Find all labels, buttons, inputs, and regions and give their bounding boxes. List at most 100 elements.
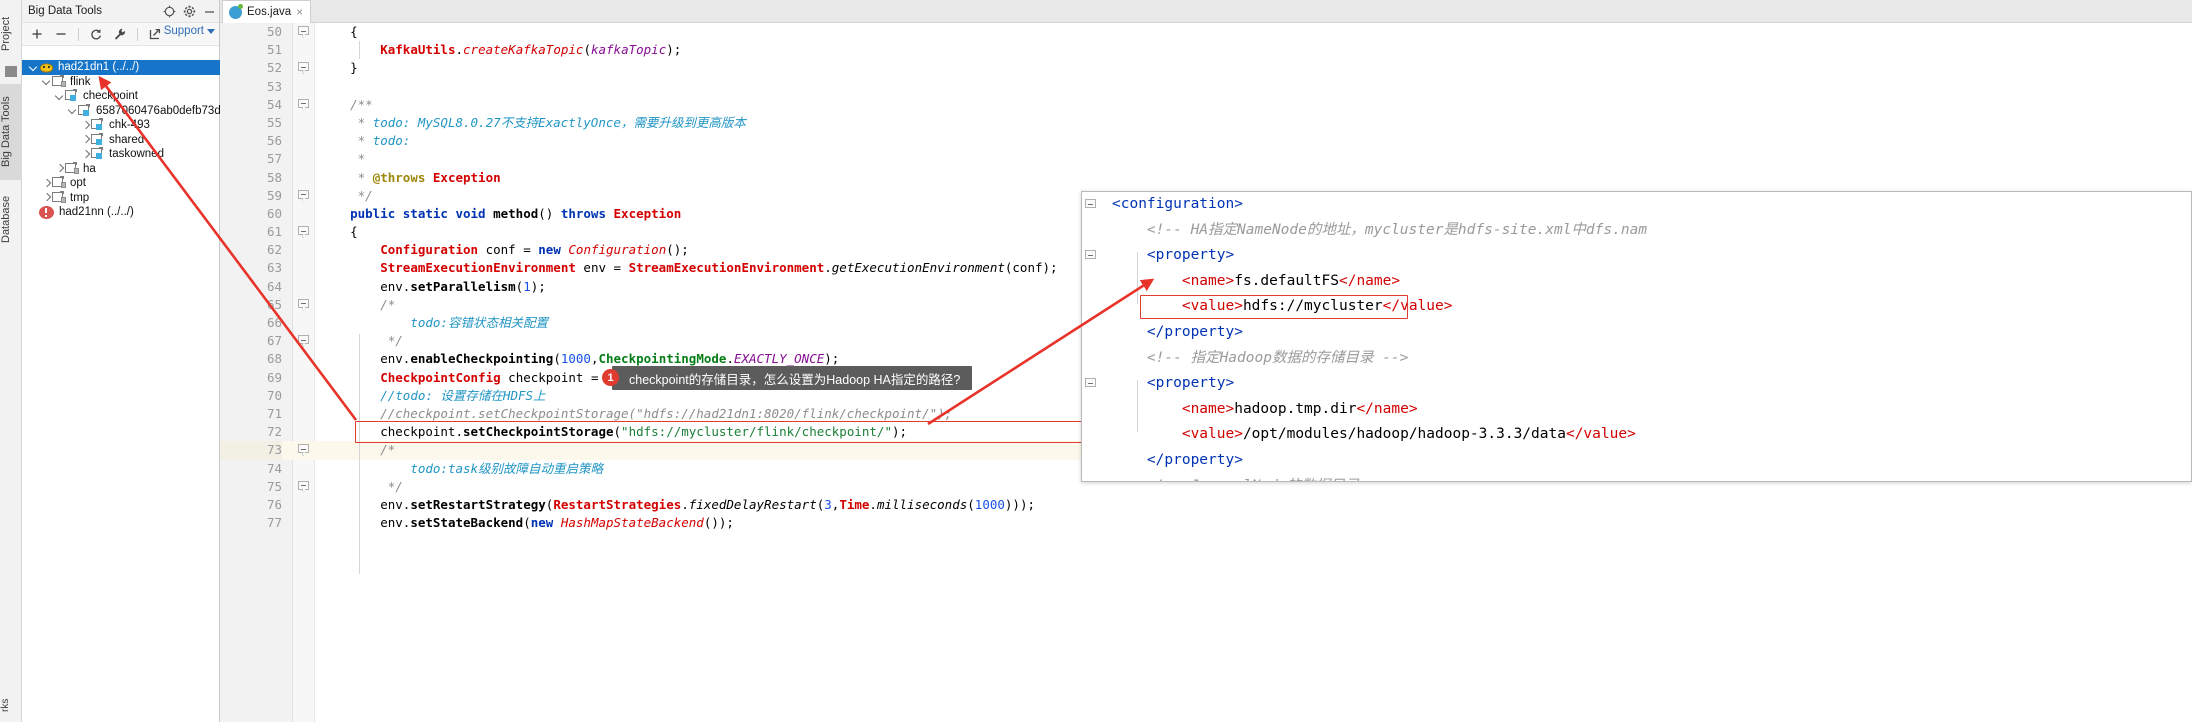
tree-row[interactable]: flink bbox=[22, 74, 220, 90]
refresh-icon[interactable] bbox=[89, 27, 103, 41]
tree-row[interactable]: opt bbox=[22, 176, 220, 191]
line-number: 60 bbox=[266, 205, 282, 221]
target-icon[interactable] bbox=[163, 5, 176, 18]
code-line[interactable]: 54 /** bbox=[220, 96, 2192, 114]
fold-marker[interactable] bbox=[298, 335, 309, 348]
settings-icon[interactable] bbox=[183, 5, 196, 18]
config-line[interactable]: <value>hdfs://mycluster</value> bbox=[1082, 294, 2191, 320]
config-line[interactable]: <property> bbox=[1082, 243, 2191, 269]
chevron-down-icon[interactable] bbox=[41, 76, 52, 87]
support-link[interactable]: Support bbox=[164, 25, 215, 37]
tree-row[interactable]: tmp bbox=[22, 190, 220, 206]
config-line[interactable]: <configuration> bbox=[1082, 192, 2191, 218]
code-line[interactable]: 51 KafkaUtils.createKafkaTopic(kafkaTopi… bbox=[220, 41, 2192, 59]
tree-row[interactable]: taskowned bbox=[22, 147, 220, 162]
strip-item-database-label: Database bbox=[0, 195, 12, 243]
tree-row[interactable]: had21dn1 (../../) bbox=[22, 60, 220, 75]
connection-tree[interactable]: had21dn1 (../../) flink checkpoint 65870604… bbox=[22, 60, 266, 220]
folder-icon bbox=[78, 103, 92, 117]
toolbar-divider bbox=[78, 27, 79, 41]
line-number: 73 bbox=[220, 441, 282, 460]
fold-marker[interactable] bbox=[298, 298, 309, 311]
line-number: 52 bbox=[266, 60, 282, 76]
strip-item-database[interactable]: Database bbox=[0, 186, 22, 252]
chevron-down-icon[interactable] bbox=[28, 62, 39, 73]
fold-marker[interactable] bbox=[1085, 199, 1096, 210]
config-line[interactable]: <property> bbox=[1082, 371, 2191, 397]
tree-row[interactable]: had21nn (../../) bbox=[22, 205, 220, 220]
fold-marker[interactable] bbox=[298, 444, 309, 457]
minimize-icon[interactable] bbox=[203, 5, 216, 18]
tab-eos-java[interactable]: Eos.java × bbox=[222, 0, 312, 23]
line-number: 59 bbox=[266, 187, 282, 203]
fold-marker[interactable] bbox=[298, 98, 309, 111]
config-line[interactable]: <!-- JournalNode的数据目录 --> bbox=[1082, 474, 2191, 481]
folder-icon bbox=[91, 147, 105, 160]
config-line[interactable]: <name>fs.defaultFS</name> bbox=[1082, 269, 2191, 295]
config-line[interactable]: <name>hadoop.tmp.dir</name> bbox=[1082, 397, 2191, 423]
code-line[interactable]: 55 * todo: MySQL8.0.27不支持ExactlyOnce，需要升… bbox=[220, 114, 2192, 132]
folder-locked-icon bbox=[52, 176, 66, 189]
fold-marker[interactable] bbox=[298, 480, 309, 493]
big-data-tools-panel: Big Data Tools Support had21dn1 (../../)… bbox=[22, 0, 266, 722]
tree-row[interactable]: shared bbox=[22, 132, 220, 148]
line-number: 50 bbox=[266, 24, 282, 39]
config-text: <value>hdfs://mycluster</value> bbox=[1112, 298, 1453, 315]
config-line[interactable]: <!-- HA指定NameNode的地址，mycluster是hdfs-site… bbox=[1082, 218, 2191, 244]
code-text: todo:容错状态相关配置 bbox=[410, 315, 548, 330]
tree-row-label: flink bbox=[70, 75, 91, 88]
tree-row[interactable]: checkpoint bbox=[22, 89, 220, 104]
line-number: 69 bbox=[266, 369, 282, 385]
code-line[interactable]: 56 * todo: bbox=[220, 132, 2192, 150]
fold-marker[interactable] bbox=[298, 189, 309, 202]
add-icon[interactable] bbox=[30, 27, 44, 41]
fold-marker[interactable] bbox=[298, 62, 309, 75]
chevron-right-icon[interactable] bbox=[80, 120, 91, 131]
remove-icon[interactable] bbox=[54, 27, 68, 41]
chevron-right-icon[interactable] bbox=[41, 178, 52, 189]
strip-item-project[interactable]: Project bbox=[0, 6, 22, 62]
chevron-down-icon[interactable] bbox=[67, 105, 78, 116]
chevron-right-icon[interactable] bbox=[80, 134, 91, 145]
tree-row[interactable]: ha bbox=[22, 161, 220, 177]
strip-item-bookmarks[interactable]: rks bbox=[0, 690, 22, 720]
config-text: <name>hadoop.tmp.dir</name> bbox=[1112, 400, 1418, 417]
tree-row-label: had21dn1 (../../) bbox=[58, 61, 140, 74]
wrench-icon[interactable] bbox=[113, 27, 127, 41]
fold-marker[interactable] bbox=[1085, 250, 1096, 261]
inspection-tooltip: 1 checkpoint的存储目录，怎么设置为Hadoop HA指定的路径? bbox=[602, 366, 973, 390]
config-line[interactable]: <value>/opt/modules/hadoop/hadoop-3.3.3/… bbox=[1082, 422, 2191, 448]
indent-guide bbox=[359, 334, 360, 574]
chevron-down-icon[interactable] bbox=[54, 91, 65, 102]
close-icon[interactable]: × bbox=[296, 6, 303, 18]
project-icon bbox=[5, 66, 17, 77]
config-text: <configuration> bbox=[1112, 196, 1243, 212]
chevron-right-icon[interactable] bbox=[41, 192, 52, 203]
chevron-right-icon[interactable] bbox=[80, 149, 91, 160]
fold-marker[interactable] bbox=[1085, 378, 1096, 389]
code-line[interactable]: 52 } bbox=[220, 59, 2192, 77]
folder-icon bbox=[65, 89, 79, 102]
strip-item-big-data-tools[interactable]: Big Data Tools bbox=[0, 84, 22, 180]
config-line[interactable]: </property> bbox=[1082, 448, 2191, 474]
code-line[interactable]: 76 env.setRestartStrategy(RestartStrateg… bbox=[220, 496, 2192, 514]
open-external-icon[interactable] bbox=[148, 27, 162, 41]
code-line[interactable]: 57 * bbox=[220, 150, 2192, 168]
tree-row-label: taskowned bbox=[109, 148, 164, 161]
fold-marker[interactable] bbox=[298, 226, 309, 239]
folder-icon bbox=[91, 118, 105, 131]
config-text: <!-- 指定Hadoop数据的存储目录 --> bbox=[1112, 349, 1409, 366]
fold-marker[interactable] bbox=[298, 26, 309, 38]
config-line[interactable]: </property> bbox=[1082, 320, 2191, 346]
chevron-right-icon[interactable] bbox=[54, 163, 65, 174]
folder-locked-icon bbox=[52, 190, 66, 204]
indent-guide bbox=[1137, 380, 1138, 432]
code-line[interactable]: 77 env.setStateBackend(new HashMapStateB… bbox=[220, 514, 2192, 532]
code-line[interactable]: 58 * @throws Exception bbox=[220, 169, 2192, 187]
code-line[interactable]: 50 { bbox=[220, 23, 2192, 41]
config-line[interactable]: <!-- 指定Hadoop数据的存储目录 --> bbox=[1082, 346, 2191, 372]
tree-row[interactable]: chk-493 bbox=[22, 118, 220, 133]
code-line[interactable]: 53 bbox=[220, 78, 2192, 96]
core-site-xml-panel[interactable]: <configuration> <!-- HA指定NameNode的地址，myc… bbox=[1081, 191, 2192, 482]
tree-row[interactable]: 6587060476ab0defb73d0885a50 bbox=[22, 103, 266, 119]
